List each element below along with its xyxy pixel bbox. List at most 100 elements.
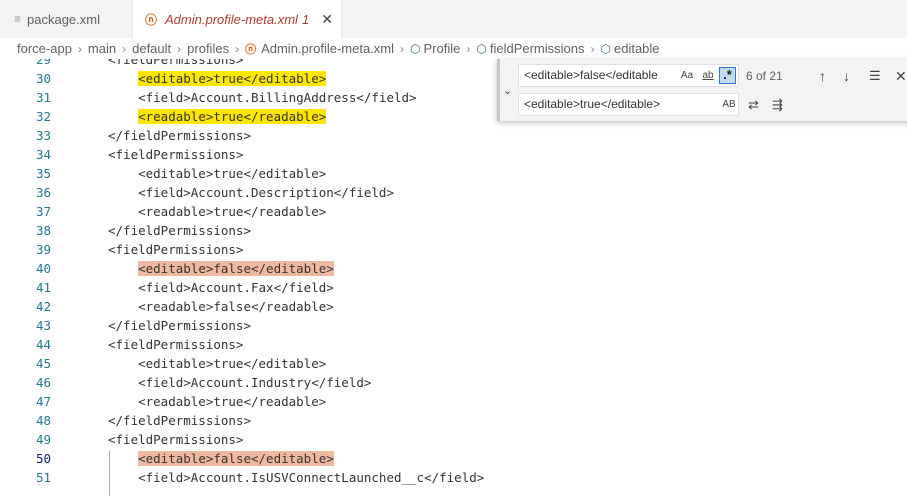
line-number: 44: [35, 337, 51, 352]
breadcrumb-item[interactable]: Admin.profile-meta.xml: [261, 41, 394, 56]
line-code: <readable>false</readable>: [108, 299, 334, 314]
close-icon[interactable]: ✕: [321, 11, 333, 28]
code-line[interactable]: 45 <editable>true</editable>: [0, 354, 907, 373]
line-code: <fieldPermissions>: [108, 59, 244, 67]
breadcrumb-item[interactable]: main: [88, 41, 116, 56]
chevron-right-icon: ›: [400, 41, 405, 56]
line-number: 35: [35, 166, 51, 181]
xml-file-icon: ⓝ: [245, 43, 257, 56]
preserve-case-toggle[interactable]: AB: [722, 96, 736, 113]
breadcrumb-item[interactable]: Profile: [424, 41, 461, 56]
tab-label: Admin.profile-meta.xml: [165, 11, 298, 27]
line-code: </fieldPermissions>: [108, 128, 251, 143]
line-code: <readable>true</readable>: [108, 107, 327, 126]
code-line[interactable]: 38 </fieldPermissions>: [0, 221, 907, 240]
tab-admin-profile-meta-xml[interactable]: ⓝ Admin.profile-meta.xml 1 ✕: [133, 0, 342, 38]
code-line[interactable]: 36 <field>Account.Description</field>: [0, 183, 907, 202]
breadcrumb-item[interactable]: default: [132, 41, 171, 56]
selection-match-highlight: <readable>true</readable>: [138, 109, 327, 124]
find-input-value: <editable>false</editable: [524, 68, 658, 82]
indent-guide: [109, 451, 110, 496]
code-line[interactable]: 41 <field>Account.Fax</field>: [0, 278, 907, 297]
code-line[interactable]: 46 <field>Account.Industry</field>: [0, 373, 907, 392]
line-number: 37: [35, 204, 51, 219]
line-code: <fieldPermissions>: [108, 147, 244, 162]
close-icon[interactable]: ✕: [895, 68, 907, 84]
xml-file-icon: ⓝ: [145, 12, 158, 27]
line-number: 34: [35, 147, 51, 162]
replace-icon[interactable]: ⇄: [748, 97, 759, 113]
replace-input[interactable]: <editable>true</editable> AB: [518, 93, 739, 116]
symbol-element-icon: ⬡: [600, 41, 611, 56]
chevron-right-icon: ›: [235, 41, 240, 56]
line-code: <fieldPermissions>: [108, 242, 244, 257]
code-line[interactable]: 37 <readable>true</readable>: [0, 202, 907, 221]
chevron-right-icon: ›: [177, 41, 182, 56]
chevron-right-icon: ›: [122, 41, 127, 56]
code-line[interactable]: 42 <readable>false</readable>: [0, 297, 907, 316]
code-line[interactable]: 51 <field>Account.IsUSVConnectLaunched__…: [0, 468, 907, 487]
line-number: 29: [35, 59, 51, 67]
line-code: <fieldPermissions>: [108, 337, 244, 352]
line-number: 31: [35, 90, 51, 105]
line-number: 33: [35, 128, 51, 143]
code-line[interactable]: 47 <readable>true</readable>: [0, 392, 907, 411]
line-number: 47: [35, 394, 51, 409]
previous-match-icon[interactable]: ↑: [819, 68, 826, 84]
code-editor[interactable]: 29 <fieldPermissions> 30 <editable>true</e…: [0, 59, 907, 496]
line-code: <readable>true</readable>: [108, 204, 327, 219]
line-code: <editable>true</editable>: [108, 166, 327, 181]
search-match-highlight: <editable>false</editable>: [138, 451, 334, 466]
code-line[interactable]: 50 <editable>false</editable>: [0, 449, 907, 468]
code-line[interactable]: 44 <fieldPermissions>: [0, 335, 907, 354]
symbol-element-icon: ⬡: [476, 41, 487, 56]
next-match-icon[interactable]: ↓: [843, 68, 850, 84]
code-line[interactable]: 34 <fieldPermissions>: [0, 145, 907, 164]
breadcrumb-item[interactable]: editable: [614, 41, 660, 56]
breadcrumb-item[interactable]: force-app: [17, 41, 72, 56]
line-code: <editable>true</editable>: [108, 356, 327, 371]
code-line[interactable]: 48 </fieldPermissions>: [0, 411, 907, 430]
whole-word-toggle[interactable]: ab: [699, 67, 717, 84]
breadcrumb: force-app › main › default › profiles › …: [0, 38, 907, 59]
chevron-down-icon: ⌄: [502, 84, 513, 97]
toggle-replace-button[interactable]: ⌄: [497, 59, 515, 121]
code-line[interactable]: 40 <editable>false</editable>: [0, 259, 907, 278]
line-code: <field>Account.IsUSVConnectLaunched__c</…: [108, 470, 485, 485]
selection-match-highlight: <editable>true</editable>: [138, 71, 327, 86]
breadcrumb-item[interactable]: profiles: [187, 41, 229, 56]
code-line[interactable]: 43 </fieldPermissions>: [0, 316, 907, 335]
line-code: <editable>true</editable>: [108, 69, 327, 88]
line-number: 43: [35, 318, 51, 333]
find-replace-widget: ⌄ <editable>false</editable Aa ab .* 6 o…: [497, 59, 907, 121]
code-line[interactable]: 35 <editable>true</editable>: [0, 164, 907, 183]
match-count: 6 of 21: [746, 69, 783, 83]
replace-all-icon[interactable]: ⇶: [772, 97, 783, 113]
line-number: 39: [35, 242, 51, 257]
breadcrumb-item[interactable]: fieldPermissions: [490, 41, 585, 56]
search-match-highlight: <editable>false</editable>: [138, 261, 334, 276]
vscode-window: ≡ package.xml ⓝ Admin.profile-meta.xml 1…: [0, 0, 907, 496]
line-number: 51: [35, 470, 51, 485]
line-number: 46: [35, 375, 51, 390]
problem-count-badge: 1: [301, 11, 310, 27]
find-in-selection-icon[interactable]: ☰: [869, 68, 881, 84]
replace-input-value: <editable>true</editable>: [524, 97, 661, 111]
line-number: 42: [35, 299, 51, 314]
find-input[interactable]: <editable>false</editable Aa ab .*: [518, 64, 739, 87]
code-line[interactable]: 39 <fieldPermissions>: [0, 240, 907, 259]
line-number: 49: [35, 432, 51, 447]
line-code: <field>Account.Description</field>: [108, 185, 394, 200]
code-lines: 29 <fieldPermissions> 30 <editable>true</e…: [0, 59, 907, 487]
match-case-toggle[interactable]: Aa: [679, 67, 695, 84]
symbol-element-icon: ⬡: [410, 41, 421, 56]
line-code: <fieldPermissions>: [108, 432, 244, 447]
line-code: <editable>false</editable>: [108, 449, 334, 468]
code-line[interactable]: 49 <fieldPermissions>: [0, 430, 907, 449]
tab-package-xml[interactable]: ≡ package.xml: [0, 0, 133, 38]
code-line[interactable]: 33 </fieldPermissions>: [0, 126, 907, 145]
regex-toggle[interactable]: .*: [719, 67, 736, 84]
